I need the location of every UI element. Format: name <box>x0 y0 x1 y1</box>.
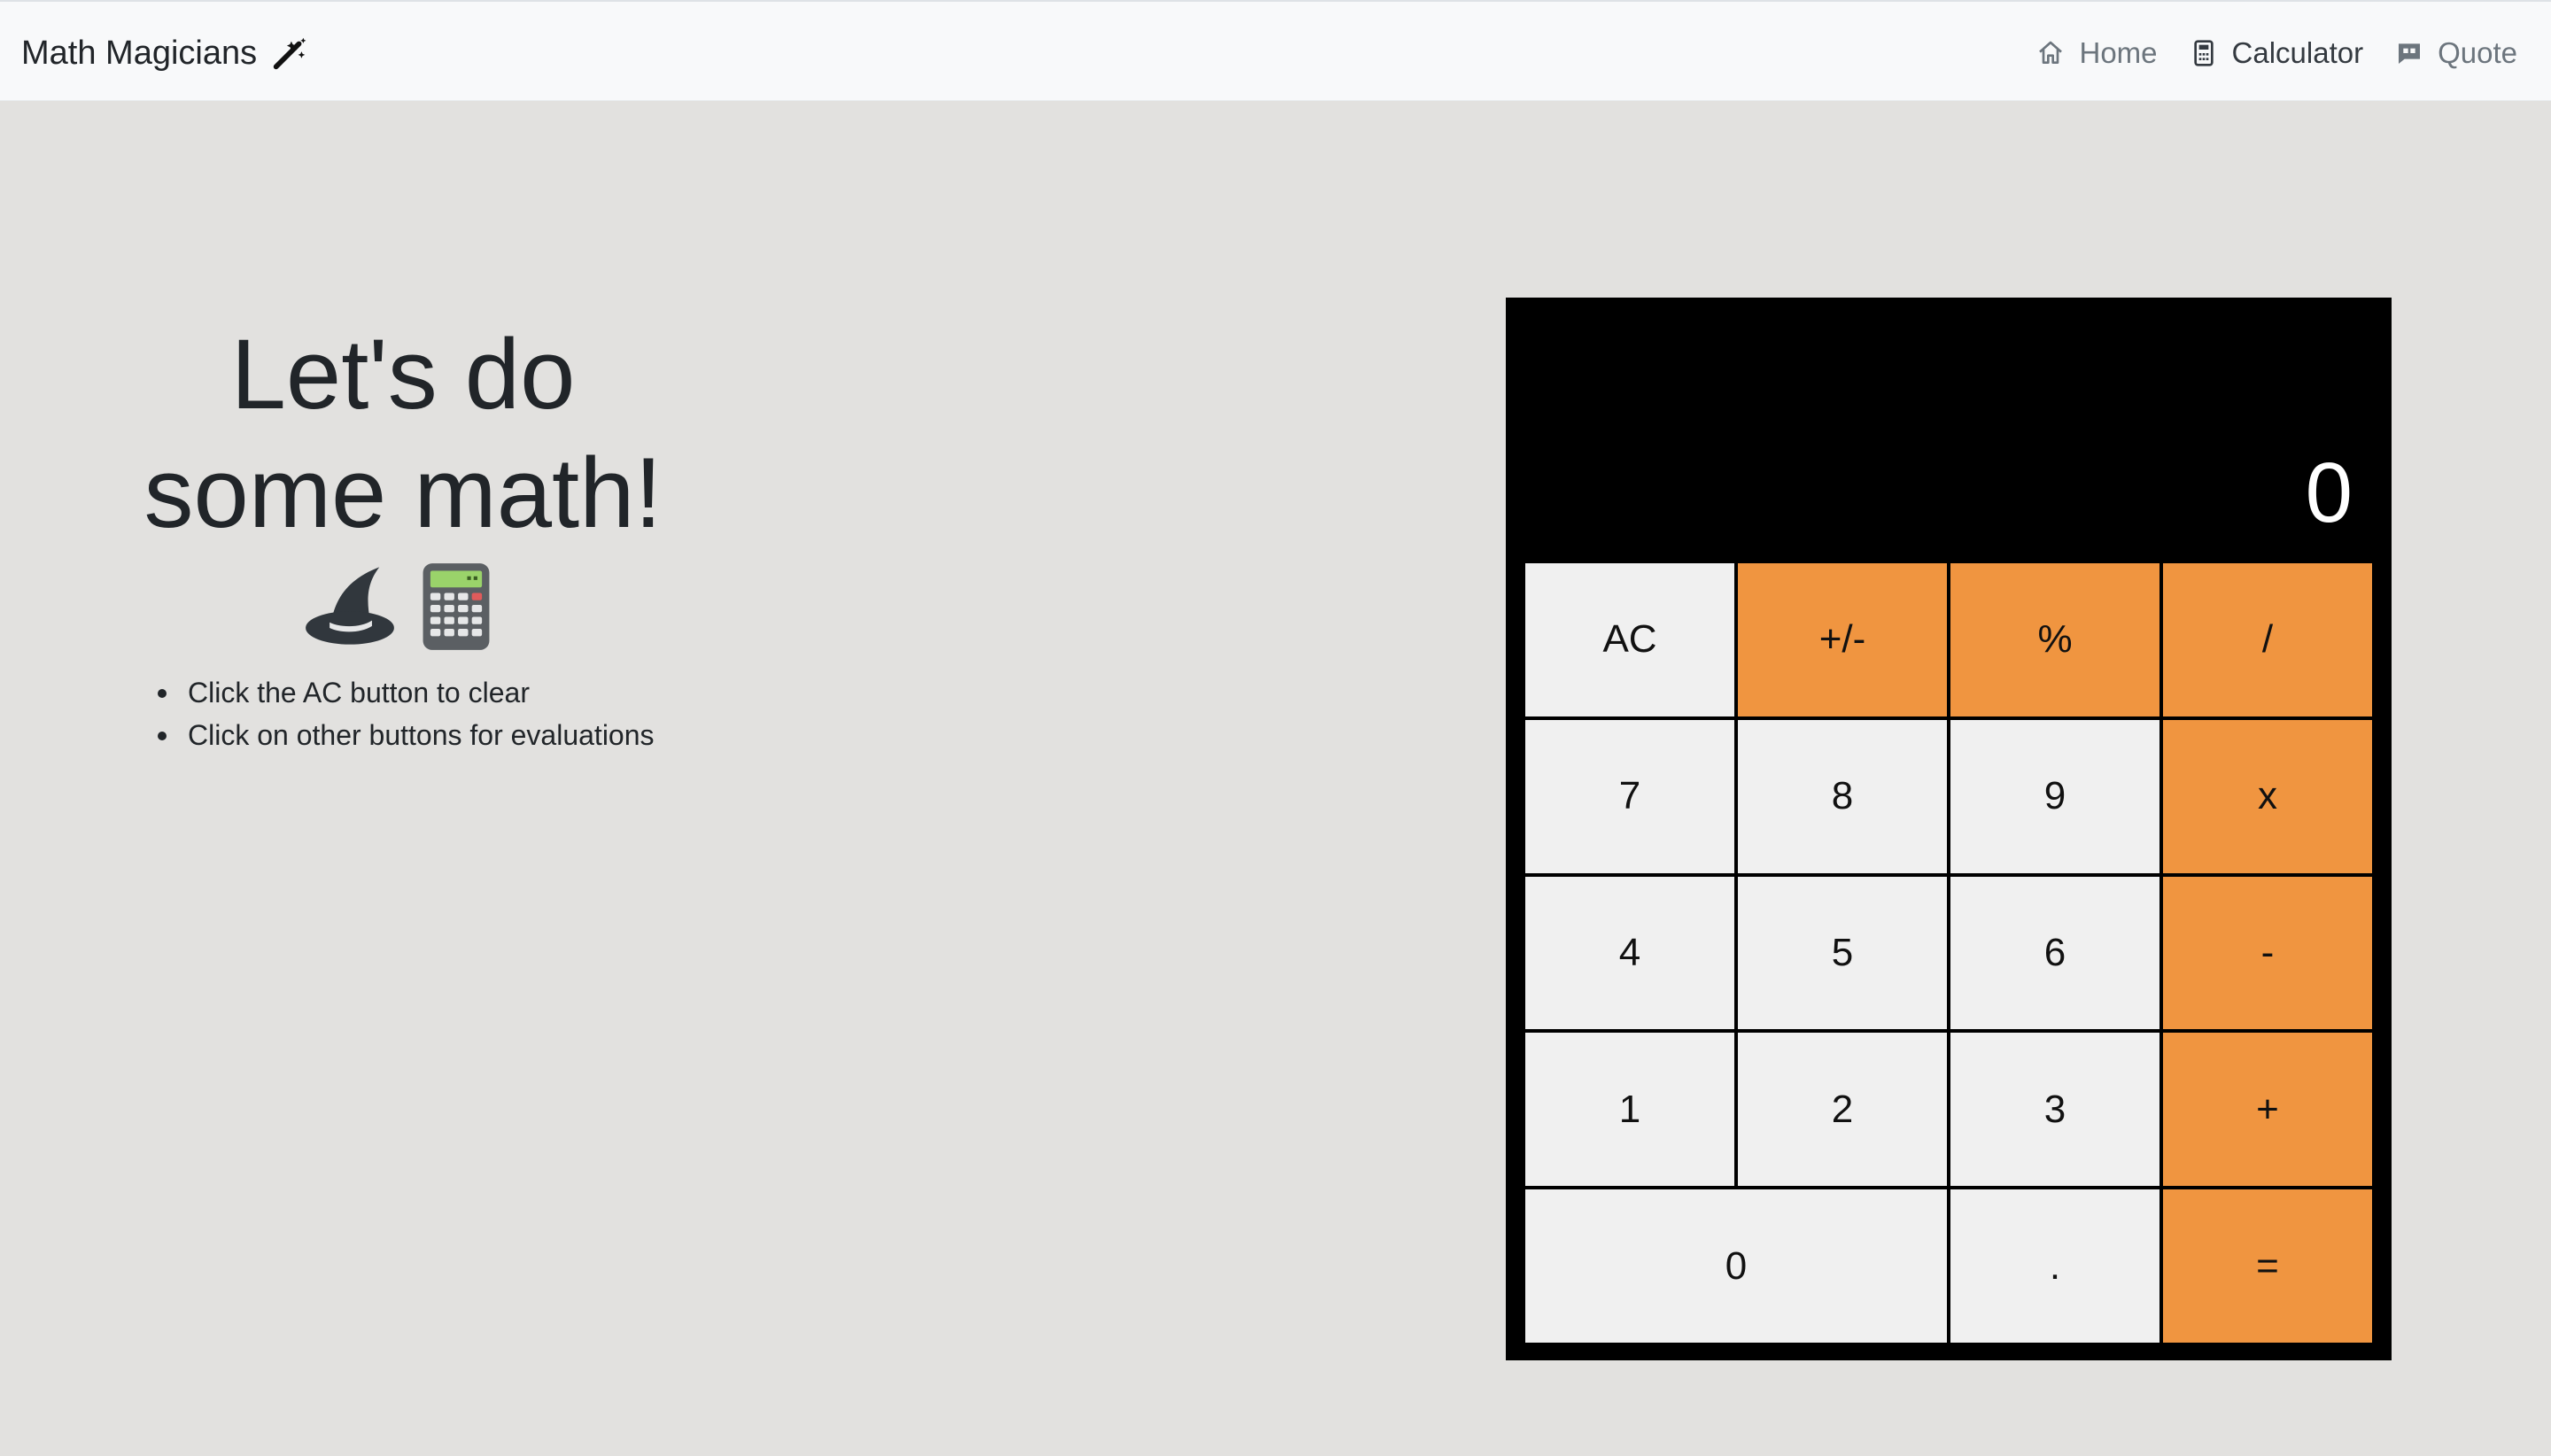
keypad: AC +/- % / 7 8 9 x 4 5 6 - 1 2 3 + 0 . = <box>1525 563 2372 1343</box>
magic-wand-icon <box>273 37 306 70</box>
tips-list: Click the AC button to clear Click on ot… <box>89 671 717 756</box>
key-2[interactable]: 2 <box>1738 1033 1947 1187</box>
key-ac[interactable]: AC <box>1525 563 1734 716</box>
key-8[interactable]: 8 <box>1738 719 1947 873</box>
nav-link-home-label: Home <box>2079 36 2158 69</box>
nav-link-home[interactable]: Home <box>2036 36 2158 70</box>
brand-title: Math Magicians <box>21 34 258 72</box>
key-percent[interactable]: % <box>1950 563 2159 716</box>
key-equals[interactable]: = <box>2163 1189 2372 1343</box>
quote-icon <box>2399 43 2421 64</box>
key-3[interactable]: 3 <box>1950 1033 2159 1187</box>
calculator-display: 0 <box>2305 445 2353 540</box>
house-icon <box>2039 41 2063 64</box>
key-subtract[interactable]: - <box>2163 876 2372 1030</box>
key-5[interactable]: 5 <box>1738 876 1947 1030</box>
nav-link-calculator-label: Calculator <box>2231 36 2364 69</box>
calculator-icon <box>2193 40 2214 66</box>
nav-link-quote[interactable]: Quote <box>2395 36 2517 70</box>
key-1[interactable]: 1 <box>1525 1033 1734 1187</box>
list-item: Click the AC button to clear <box>158 671 717 714</box>
key-plus-minus[interactable]: +/- <box>1738 563 1947 716</box>
nav-links: Home Calculator Quote <box>2036 28 2517 78</box>
key-divide[interactable]: / <box>2163 563 2372 716</box>
brand[interactable]: Math Magicians <box>21 28 310 78</box>
calculator-emoji-icon <box>423 563 490 650</box>
key-6[interactable]: 6 <box>1950 876 2159 1030</box>
headline-line-1: Let's do <box>230 319 576 430</box>
key-add[interactable]: + <box>2163 1033 2372 1187</box>
key-9[interactable]: 9 <box>1950 719 2159 873</box>
key-decimal[interactable]: . <box>1950 1189 2159 1343</box>
intro-section: Let's do some math! Click the AC button … <box>89 315 717 756</box>
key-0[interactable]: 0 <box>1525 1189 1947 1343</box>
headline-line-2: some math! <box>143 438 663 548</box>
emoji-row <box>89 560 717 652</box>
list-item: Click on other buttons for evaluations <box>158 714 717 756</box>
key-multiply[interactable]: x <box>2163 719 2372 873</box>
navbar: Math Magicians Home Calculator Quote <box>0 0 2551 101</box>
calculator: 0 AC +/- % / 7 8 9 x 4 5 6 - 1 2 3 + 0 .… <box>1506 298 2392 1360</box>
nav-link-quote-label: Quote <box>2438 36 2517 69</box>
page-title: Let's do some math! <box>89 315 717 553</box>
nav-link-calculator[interactable]: Calculator <box>2190 36 2364 70</box>
key-7[interactable]: 7 <box>1525 719 1734 873</box>
key-4[interactable]: 4 <box>1525 876 1734 1030</box>
wizard-hat-icon <box>306 567 394 645</box>
